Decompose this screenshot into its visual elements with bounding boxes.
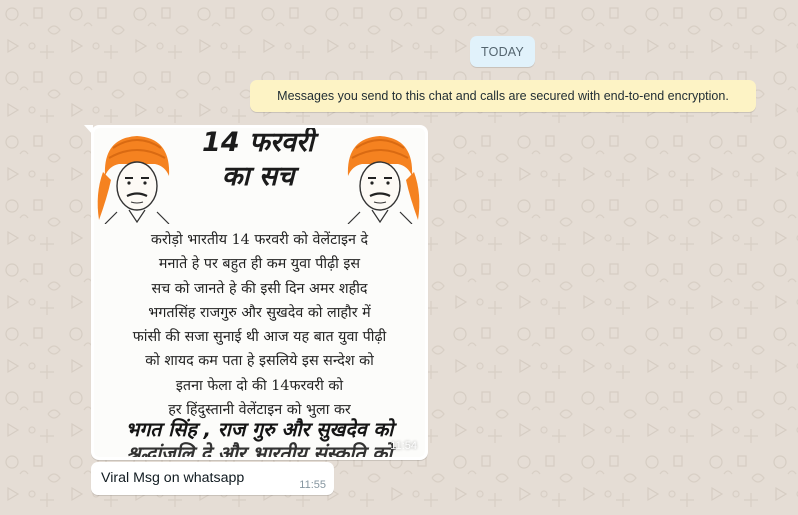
poster-body-line: करोड़ो भारतीय 14 फरवरी को वेलेंटाइन दे xyxy=(150,232,369,248)
message-timestamp: 11:55 xyxy=(299,479,326,491)
image-message-bubble[interactable]: 14 फरवरी का सच करोड़ो भारतीय 14 फरवरी को… xyxy=(84,125,428,460)
message-text: Viral Msg on whatsapp xyxy=(101,470,245,486)
text-message-bubble[interactable]: Viral Msg on whatsapp 11:55 xyxy=(91,462,334,495)
message-image[interactable]: 14 फरवरी का सच करोड़ो भारतीय 14 फरवरी को… xyxy=(94,128,425,457)
poster-footer-cut-line: श्रद्धांजलि दे और भारतीय संस्कृति को xyxy=(126,442,393,457)
date-divider-label: TODAY xyxy=(481,44,524,59)
poster-body-line: मनाते हे पर बहुत ही कम युवा पीढ़ी इस xyxy=(158,256,361,273)
encryption-notice-text: Messages you send to this chat and calls… xyxy=(277,89,729,103)
poster-body-line: फांसी की सजा सुनाई थी आज यह बात युवा पीढ… xyxy=(132,329,387,346)
poster-title-line: 14 फरवरी xyxy=(202,128,314,158)
portrait-illustration-left xyxy=(95,128,179,224)
bubble-tail xyxy=(84,125,93,135)
message-timestamp: 11:54 xyxy=(390,440,417,452)
portrait-illustration-right xyxy=(338,128,422,224)
poster-title-line: का सच xyxy=(221,161,295,192)
poster-title: 14 फरवरी का सच xyxy=(180,128,336,194)
encryption-notice[interactable]: Messages you send to this chat and calls… xyxy=(250,80,756,112)
poster-body-line: को शायद कम पता हे इसलिये इस सन्देश को xyxy=(145,353,374,370)
poster-body-line: सच को जानते हे की इसी दिन अमर शहीद xyxy=(151,280,368,297)
poster-body-line: भगतसिंह राजगुरु और सुखदेव को लाहौर में xyxy=(148,304,371,321)
poster-footer-line: भगत सिंह , राज गुरु और सुखदेव को xyxy=(125,418,394,441)
poster-body-text: करोड़ो भारतीय 14 फरवरी को वेलेंटाइन दे म… xyxy=(98,228,421,422)
poster-body-line: इतना फेला दो की 14फरवरी को xyxy=(175,377,344,394)
date-divider-chip: TODAY xyxy=(470,36,535,67)
